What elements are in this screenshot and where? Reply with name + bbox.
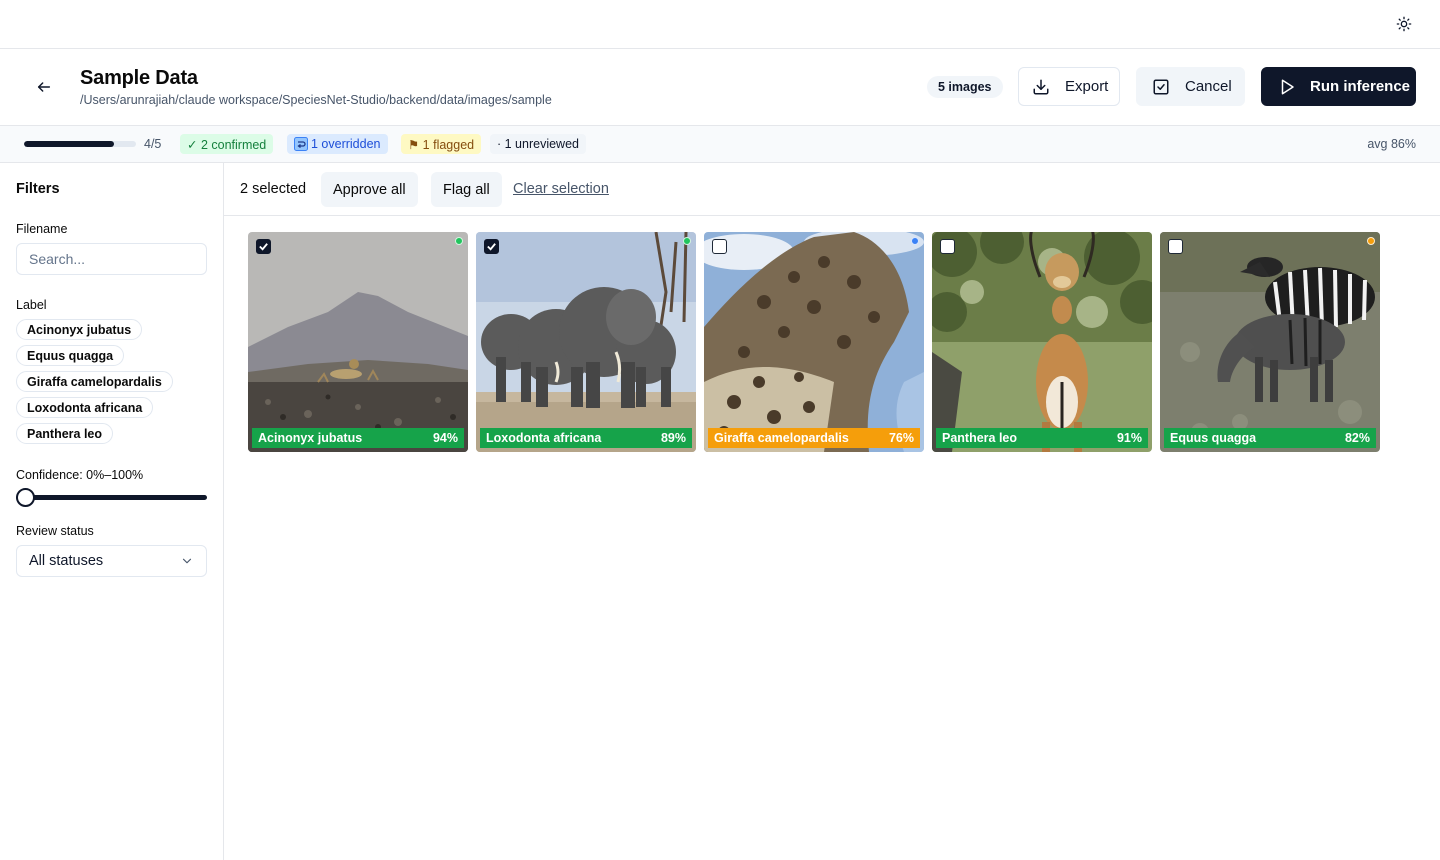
image-select-checkbox[interactable] [1168, 239, 1183, 254]
export-label: Export [1065, 78, 1109, 95]
download-icon [1032, 78, 1050, 96]
label-pill-panthera-leo[interactable]: Panthera leo [16, 423, 114, 444]
chevron-down-icon [180, 554, 194, 568]
run-inference-label: Run inference [1310, 78, 1411, 95]
prediction-label-bar: Giraffa camelopardalis 76% [708, 428, 920, 448]
top-bar [0, 0, 1440, 49]
check-icon [487, 243, 496, 251]
review-status-value: All statuses [29, 553, 104, 569]
confidence-value: 89% [660, 431, 686, 445]
unreviewed-chip: · 1 unreviewed [490, 134, 586, 154]
run-inference-button[interactable]: Run inference [1261, 67, 1416, 106]
label-pill-giraffa-camelopardalis[interactable]: Giraffa camelopardalis [16, 371, 173, 392]
review-status-dot [455, 237, 463, 245]
average-confidence: avg 86% [1367, 137, 1416, 151]
dataset-path: /Users/arunrajiah/claude workspace/Speci… [80, 93, 552, 107]
image-card-elephants[interactable]: Loxodonta africana 89% [476, 232, 696, 452]
impala-photo [932, 232, 1152, 452]
selection-toolbar: 2 selected Approve all Flag all Clear se… [224, 163, 1440, 216]
export-button[interactable]: Export [1018, 67, 1120, 106]
giraffe-photo [704, 232, 924, 452]
filters-title: Filters [16, 181, 60, 197]
image-card-zebras[interactable]: Equus quagga 82% [1160, 232, 1380, 452]
species-name: Acinonyx jubatus [258, 431, 363, 445]
prediction-label-bar: Panthera leo 91% [936, 428, 1148, 448]
page-title: Sample Data [80, 67, 198, 89]
flagged-chip: ⚑ 1 flagged [401, 134, 482, 154]
cancel-button[interactable]: Cancel [1136, 67, 1245, 106]
review-status-label: Review status [16, 524, 94, 538]
review-status-select[interactable]: All statuses [16, 545, 207, 577]
elephants-photo [476, 232, 696, 452]
species-name: Loxodonta africana [486, 431, 602, 445]
flag-all-button[interactable]: Flag all [431, 172, 502, 207]
confidence-value: 76% [888, 431, 914, 445]
check-icon [259, 243, 268, 251]
label-pill-equus-quagga[interactable]: Equus quagga [16, 345, 125, 366]
image-select-checkbox[interactable] [712, 239, 727, 254]
review-progress-fill [24, 141, 114, 147]
image-select-checkbox[interactable] [940, 239, 955, 254]
overridden-chip-label: 1 overridden [311, 137, 381, 151]
approve-all-button[interactable]: Approve all [321, 172, 418, 207]
confidence-slider-track[interactable] [16, 495, 207, 500]
selected-count: 2 selected [240, 181, 307, 197]
review-progress-bar [24, 141, 136, 147]
confirmed-chip: ✓ 2 confirmed [180, 134, 274, 154]
confidence-label: Confidence: 0%–100% [16, 468, 144, 482]
confidence-value: 82% [1344, 431, 1370, 445]
confidence-value: 91% [1116, 431, 1142, 445]
label-filter-title: Label [16, 298, 47, 312]
clear-selection-link[interactable]: Clear selection [513, 181, 609, 197]
play-icon [1278, 78, 1296, 96]
species-name: Giraffa camelopardalis [714, 431, 849, 445]
label-pill-loxodonta-africana[interactable]: Loxodonta africana [16, 397, 154, 418]
prediction-label-bar: Acinonyx jubatus 94% [252, 428, 464, 448]
prediction-label-bar: Loxodonta africana 89% [480, 428, 692, 448]
species-name: Panthera leo [942, 431, 1018, 445]
label-pill-acinonyx-jubatus[interactable]: Acinonyx jubatus [16, 319, 143, 340]
dataset-header: Sample Data /Users/arunrajiah/claude wor… [0, 49, 1440, 126]
species-name: Equus quagga [1170, 431, 1257, 445]
override-icon [294, 137, 308, 151]
review-status-dot [683, 237, 691, 245]
prediction-label-bar: Equus quagga 82% [1164, 428, 1376, 448]
image-card-cheetah[interactable]: Acinonyx jubatus 94% [248, 232, 468, 452]
review-status-dot [1367, 237, 1375, 245]
cancel-label: Cancel [1185, 78, 1232, 95]
back-button[interactable] [30, 73, 58, 101]
review-status-dot [911, 237, 919, 245]
image-card-impala[interactable]: Panthera leo 91% [932, 232, 1152, 452]
image-card-giraffe[interactable]: Giraffa camelopardalis 76% [704, 232, 924, 452]
image-select-checkbox[interactable] [484, 239, 499, 254]
sun-icon [1396, 16, 1412, 32]
confidence-value: 94% [432, 431, 458, 445]
filename-label: Filename [16, 222, 68, 236]
review-progress-count: 4/5 [144, 137, 162, 151]
image-select-checkbox[interactable] [256, 239, 271, 254]
theme-toggle-button[interactable] [1391, 11, 1417, 37]
zebras-photo [1160, 232, 1380, 452]
checkbox-icon [1152, 78, 1170, 96]
filename-search-input[interactable] [16, 243, 207, 275]
overridden-chip: 1 overridden [287, 134, 388, 154]
image-count-badge: 5 images [927, 76, 1003, 98]
cheetah-photo [248, 232, 468, 452]
confidence-slider-thumb[interactable] [16, 488, 35, 507]
filters-sidebar: Filters Filename Label Acinonyx jubatus … [0, 163, 224, 860]
review-progress-strip: 4/5 ✓ 2 confirmed 1 overridden ⚑ 1 flagg… [0, 126, 1440, 163]
arrow-left-icon [36, 79, 52, 95]
